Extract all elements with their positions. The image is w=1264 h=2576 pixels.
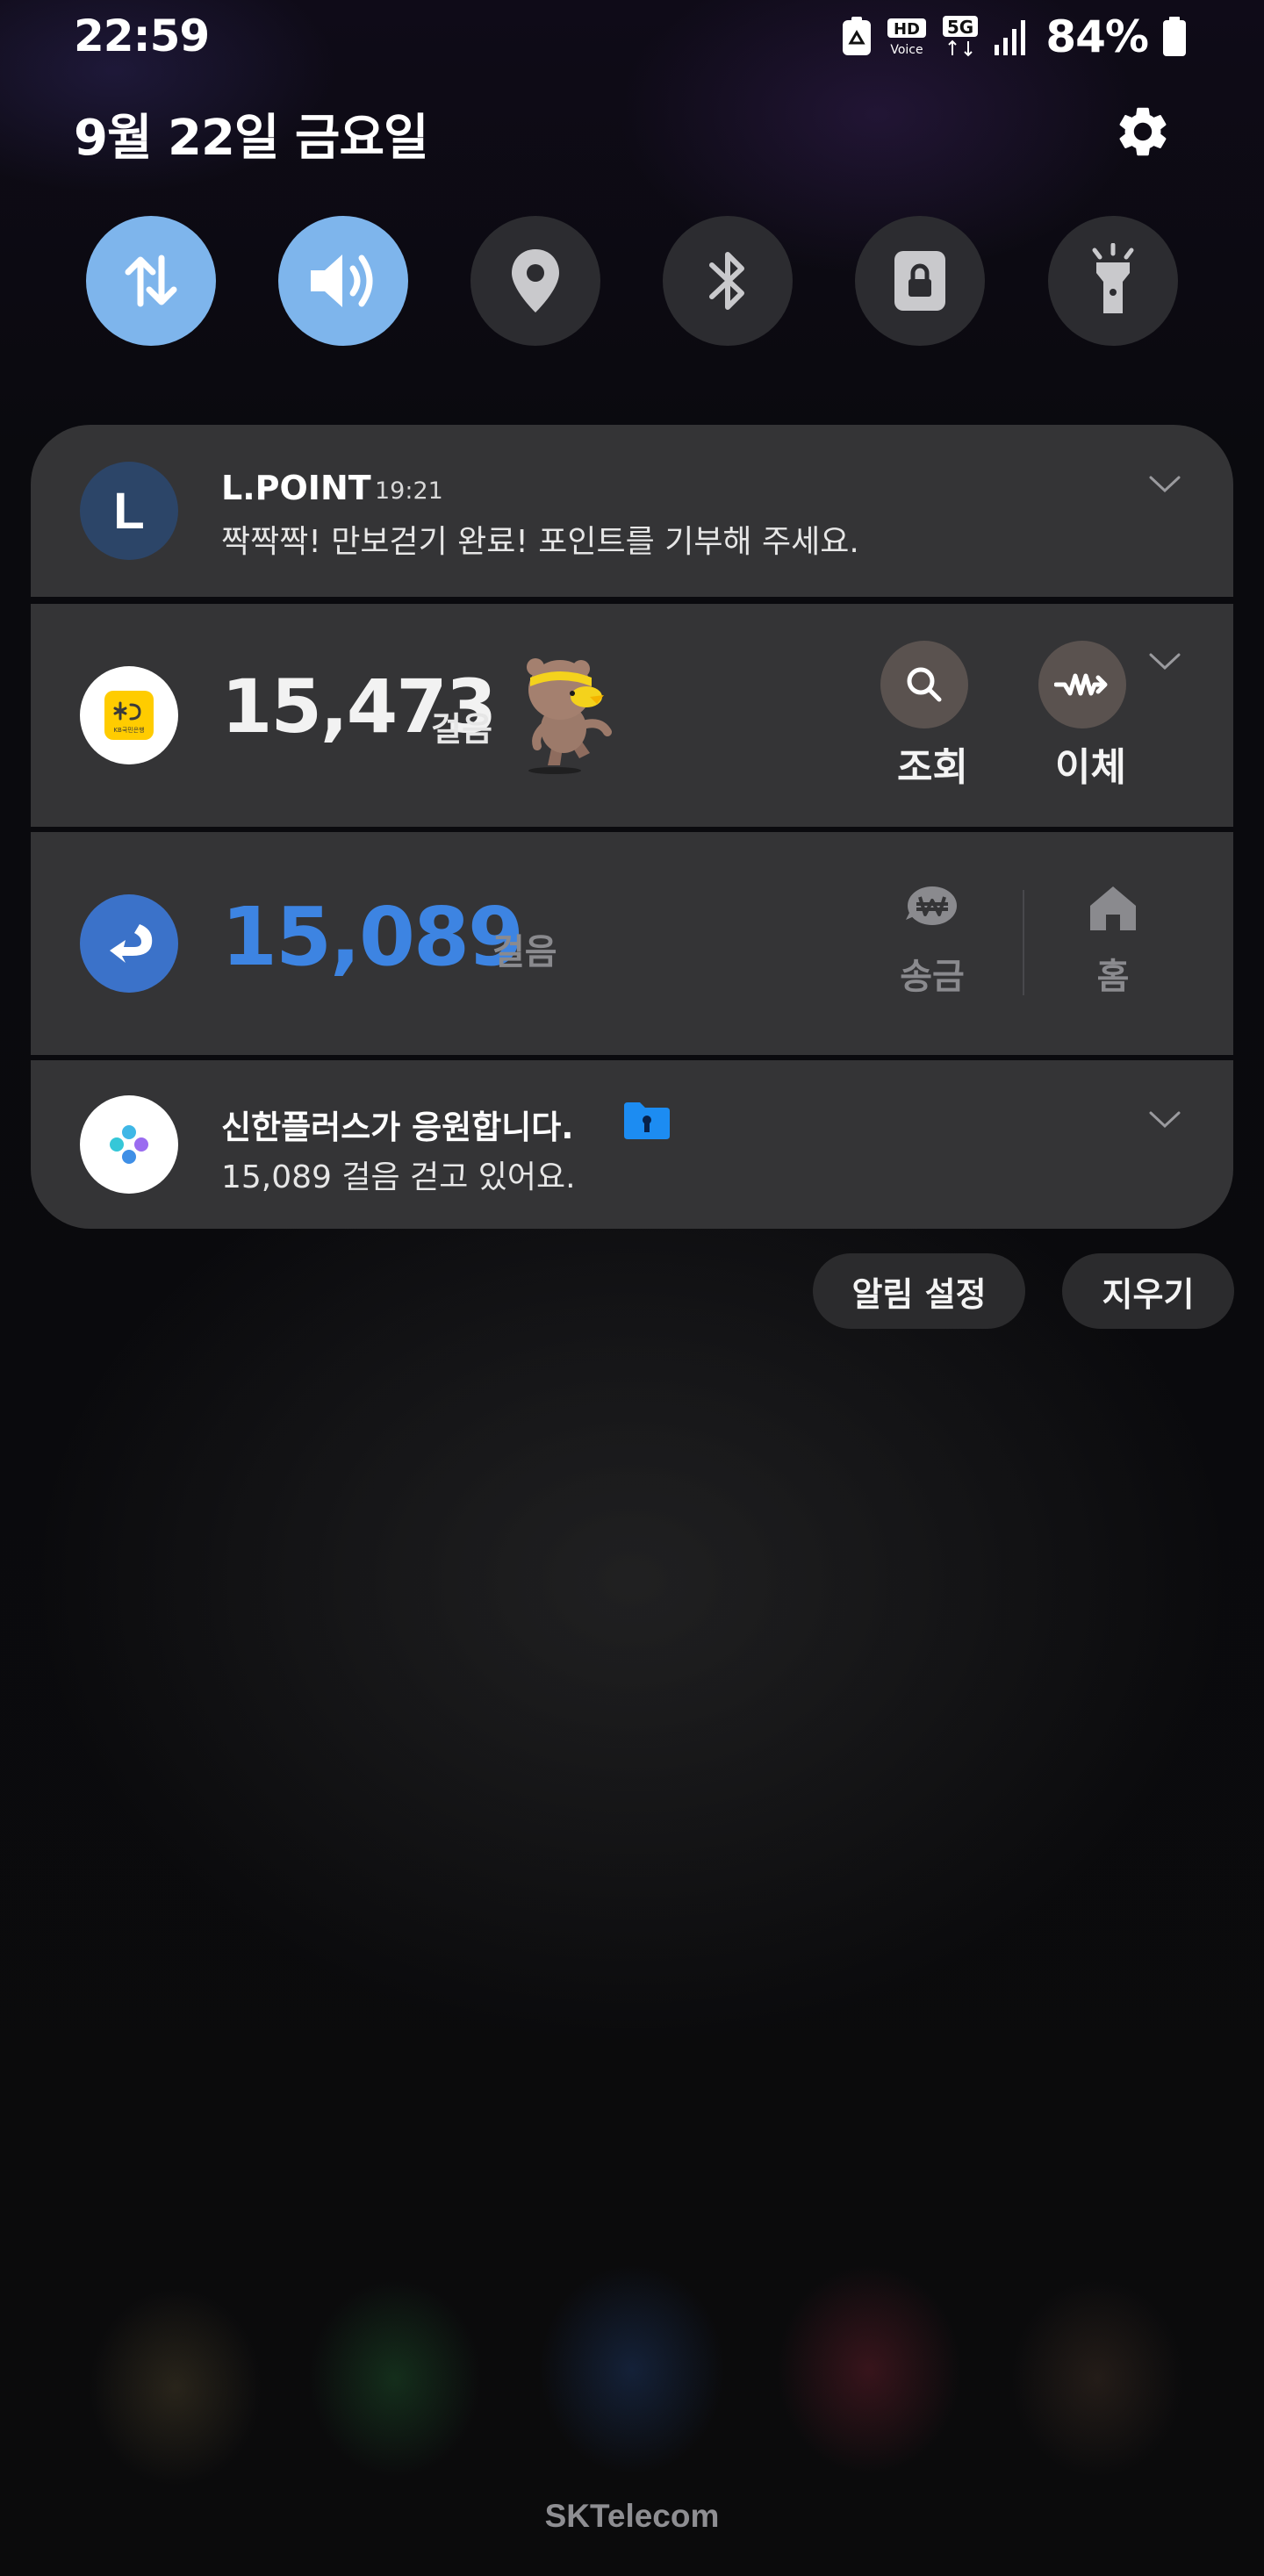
inquiry-circle xyxy=(880,641,968,728)
battery-icon xyxy=(1163,17,1186,56)
signal-bars-icon xyxy=(995,20,1026,55)
kb-app-icon: KB국민은행 xyxy=(80,666,178,764)
search-icon xyxy=(907,667,942,702)
status-bar: 22:59 HD Voice 5G 84% xyxy=(0,0,1264,74)
speaker-icon xyxy=(311,255,373,307)
notification-toss-steps[interactable]: 15,089 걸음 송금 홈 xyxy=(31,832,1233,1055)
quick-settings xyxy=(86,216,1178,346)
send-label: 송금 xyxy=(900,957,965,997)
5g-text: 5G xyxy=(947,17,973,38)
status-time: 22:59 xyxy=(74,11,210,61)
status-icons: HD Voice 5G 84% xyxy=(842,11,1187,62)
kb-action-transfer[interactable]: 이체 xyxy=(1038,641,1126,792)
chevron-down-icon[interactable] xyxy=(1147,474,1182,495)
toggle-location[interactable] xyxy=(470,216,600,346)
secure-folder-icon xyxy=(624,1102,670,1139)
5g-icon: 5G xyxy=(943,16,979,57)
clear-button[interactable]: 지우기 xyxy=(1062,1253,1234,1329)
notification-time: 19:21 xyxy=(375,477,443,505)
date-text: 9월 22일 금요일 xyxy=(74,110,428,167)
data-arrows-icon xyxy=(125,255,177,307)
transfer-circle xyxy=(1038,641,1126,728)
kb-logo-icon: KB국민은행 xyxy=(104,691,154,740)
toggle-screen-lock[interactable] xyxy=(855,216,985,346)
notification-title: 신한플러스가 응원합니다. xyxy=(221,1109,574,1146)
notification-body: 짝짝짝! 만보걷기 완료! 포인트를 기부해 주세요. xyxy=(221,524,859,560)
toss-action-home[interactable]: 홈 xyxy=(1060,883,1166,999)
kb-action-inquiry[interactable]: 조회 xyxy=(880,641,968,792)
notification-kb-steps[interactable]: KB국민은행 15,473 걸음 조회 이체 xyxy=(31,604,1233,827)
won-send-icon xyxy=(906,886,957,925)
home-label: 홈 xyxy=(1096,957,1130,997)
hd-text: HD xyxy=(894,20,920,39)
toss-step-count: 15,089 xyxy=(221,890,524,984)
transfer-icon xyxy=(1054,673,1108,696)
chevron-down-icon[interactable] xyxy=(1147,651,1182,672)
notification-panel: L L.POINT 19:21 짝짝짝! 만보걷기 완료! 포인트를 기부해 주… xyxy=(31,425,1233,1229)
shinhan-app-icon xyxy=(80,1095,178,1194)
kb-logo-text: KB국민은행 xyxy=(113,726,144,734)
kb-step-unit: 걸음 xyxy=(431,710,492,749)
inquiry-label: 조회 xyxy=(897,745,968,790)
toggle-sound[interactable] xyxy=(278,216,408,346)
lpoint-app-icon: L xyxy=(80,462,178,560)
flashlight-icon xyxy=(1092,243,1134,313)
notification-title: L.POINT xyxy=(221,469,371,507)
chevron-down-icon[interactable] xyxy=(1147,1109,1182,1130)
location-pin-icon xyxy=(512,249,559,312)
home-icon xyxy=(1090,886,1136,930)
notification-body: 15,089 걸음 걷고 있어요. xyxy=(221,1159,576,1195)
walking-bear-icon xyxy=(527,658,612,774)
notification-settings-button[interactable]: 알림 설정 xyxy=(813,1253,1025,1329)
lock-icon xyxy=(894,251,945,311)
toss-logo-icon xyxy=(110,924,153,963)
battery-percent: 84% xyxy=(1045,11,1149,62)
bluetooth-icon xyxy=(709,252,744,310)
toggle-bluetooth[interactable] xyxy=(663,216,793,346)
gear-icon[interactable] xyxy=(1113,102,1173,161)
voice-text: Voice xyxy=(891,43,923,57)
action-divider xyxy=(1023,890,1024,995)
transfer-label: 이체 xyxy=(1055,745,1126,790)
hd-voice-icon: HD Voice xyxy=(887,18,927,57)
toss-action-send[interactable]: 송금 xyxy=(880,883,985,999)
shinhan-logo-icon xyxy=(110,1125,148,1164)
notification-lpoint[interactable]: L L.POINT 19:21 짝짝짝! 만보걷기 완료! 포인트를 기부해 주… xyxy=(31,425,1233,597)
carrier-label: SKTelecom xyxy=(544,2498,720,2534)
toss-step-unit: 걸음 xyxy=(492,932,557,972)
toss-app-icon xyxy=(80,894,178,993)
notification-shinhan[interactable]: 신한플러스가 응원합니다. 15,089 걸음 걷고 있어요. xyxy=(31,1060,1233,1229)
toggle-flashlight[interactable] xyxy=(1048,216,1178,346)
recycle-icon xyxy=(843,17,872,55)
toggle-mobile-data[interactable] xyxy=(86,216,216,346)
